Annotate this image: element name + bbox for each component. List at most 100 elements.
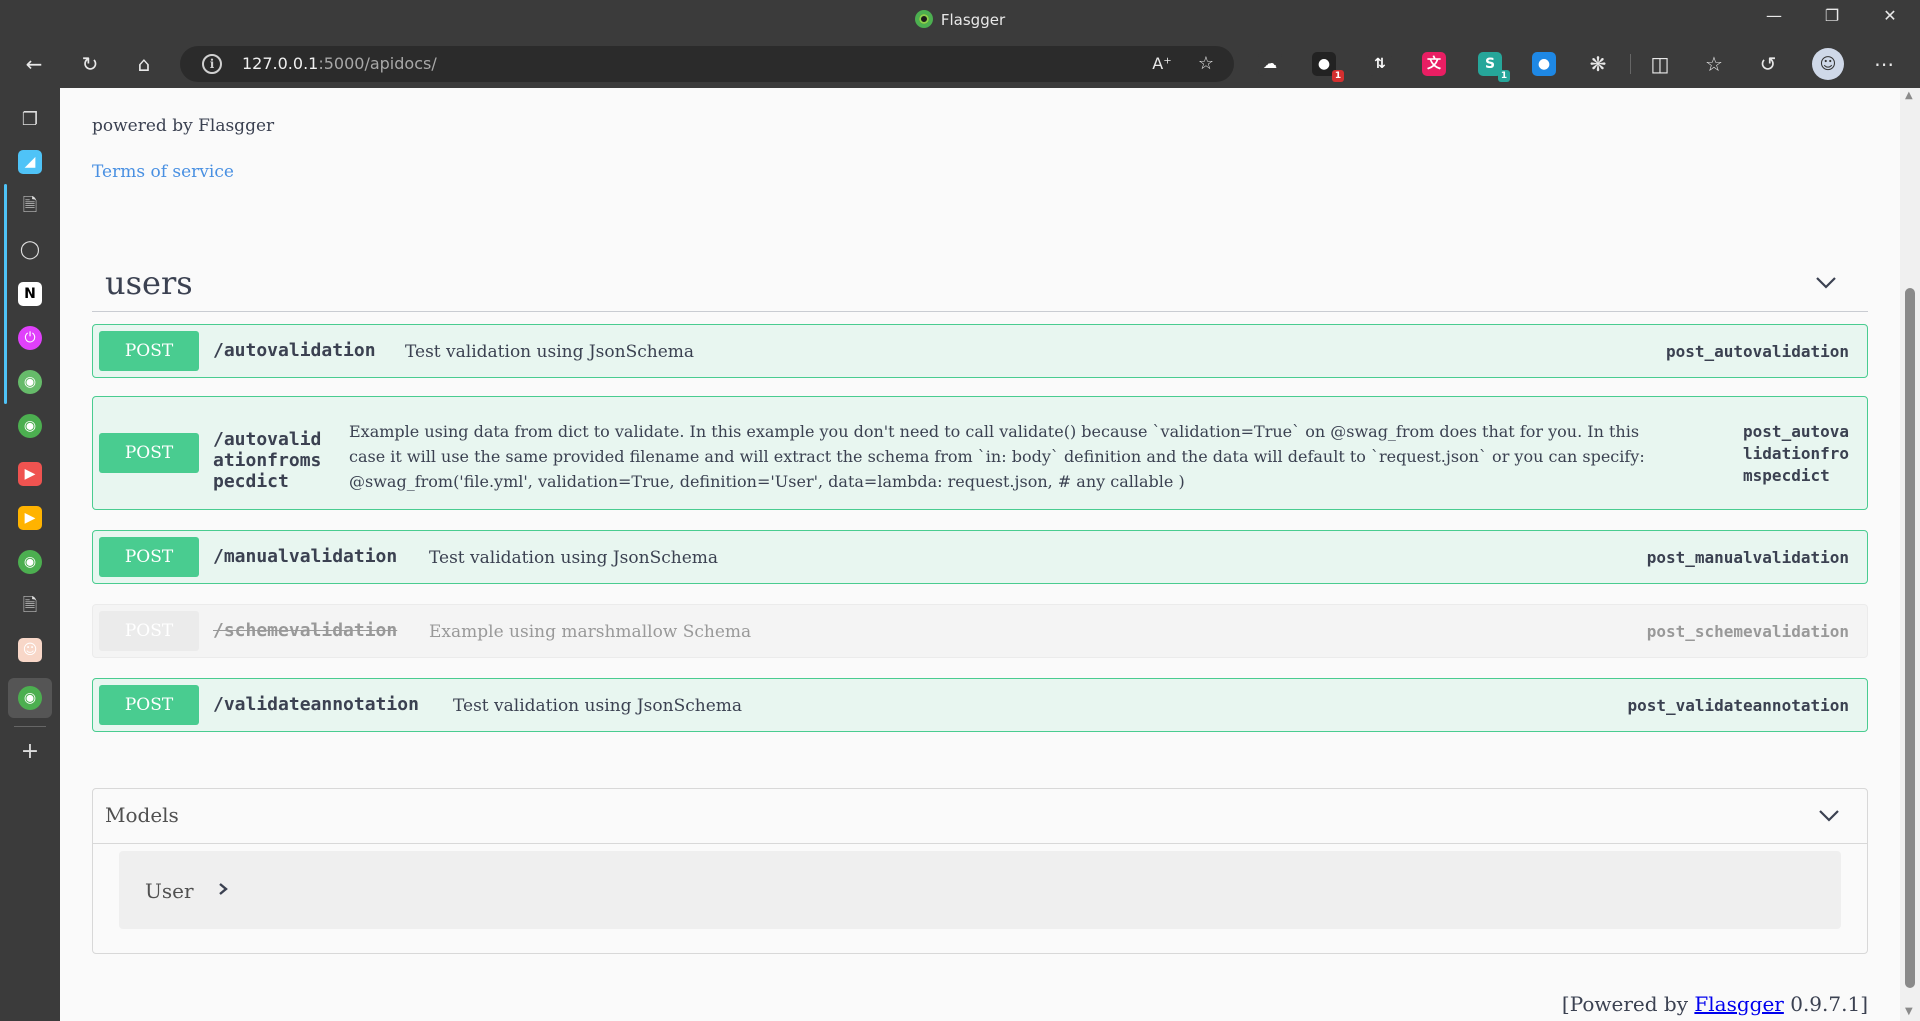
refresh-icon[interactable]: ↻	[74, 48, 106, 80]
flasgger-tab-2-icon[interactable]: ◉	[18, 550, 42, 574]
history-icon[interactable]: ↺	[1752, 48, 1784, 80]
opid-line: mspecdict	[1743, 466, 1830, 485]
split-screen-icon[interactable]: ◫	[1644, 48, 1676, 80]
browser-toolbar: ← ↻ ⌂ i 127.0.0.1:5000/apidocs/ A⁺ ☆ ☁ ● 1…	[0, 40, 1920, 88]
sidebar-tab-blue-icon[interactable]: ◢	[18, 150, 42, 174]
operation-summary: Example using data from dict to validate…	[349, 419, 1731, 494]
sidebar-divider	[14, 726, 46, 727]
operation-path: /autovalidation	[213, 340, 376, 361]
extension-badge: 1	[1498, 70, 1510, 82]
add-favorite-icon[interactable]: ☆	[1190, 48, 1222, 80]
model-user[interactable]: User	[119, 851, 1841, 929]
model-name: User	[145, 879, 194, 903]
browser-sidebar: ❐ ◢ 🗎 ◯ N ⏻ ◉ ◉ ▶ ▶ ◉ 🗎 ☺ ◉ +	[0, 88, 60, 1021]
operation-id: post_validateannotation	[1627, 696, 1849, 715]
operation-schemevalidation-deprecated[interactable]: POST /schemevalidation Example using mar…	[92, 604, 1868, 658]
read-aloud-icon[interactable]: A⁺	[1146, 48, 1178, 80]
power-app-icon[interactable]: ⏻	[18, 326, 42, 350]
sort-extension-icon[interactable]: ⇅	[1368, 52, 1392, 76]
cloud-extension-icon[interactable]: ☁	[1258, 52, 1282, 76]
operation-validateannotation[interactable]: POST /validateannotation Test validation…	[92, 678, 1868, 732]
sidebar-tab-doc-icon[interactable]: 🗎	[18, 194, 42, 218]
url-host: 127.0.0.1	[242, 54, 319, 73]
more-menu-icon[interactable]: ⋯	[1868, 48, 1900, 80]
path-line: /autovalid	[213, 429, 322, 450]
operation-summary: Example using marshmallow Schema	[429, 622, 752, 642]
home-icon[interactable]: ⌂	[128, 48, 160, 80]
site-info-icon[interactable]: i	[202, 54, 222, 74]
flasgger-favicon-icon	[914, 10, 933, 28]
operation-path: /validateannotation	[213, 694, 419, 715]
toolbar-divider	[1630, 54, 1631, 74]
terms-of-service-link[interactable]: Terms of service	[92, 162, 234, 182]
collapse-chevron-icon[interactable]	[1814, 270, 1838, 294]
back-icon[interactable]: ←	[18, 48, 50, 80]
operation-autovalidation[interactable]: POST /autovalidation Test validation usi…	[92, 324, 1868, 378]
expand-chevron-right-icon[interactable]	[215, 881, 231, 897]
opid-line: post_autova	[1743, 422, 1849, 441]
models-collapse-chevron-icon[interactable]	[1817, 803, 1841, 827]
scroll-thumb[interactable]	[1905, 288, 1915, 988]
url-text[interactable]: 127.0.0.1:5000/apidocs/	[242, 54, 437, 73]
page-scrollbar[interactable]: ▲ ▼	[1900, 88, 1920, 1021]
title-bar: Flasgger — ❐ ✕	[0, 0, 1920, 40]
favorites-icon[interactable]: ☆	[1698, 48, 1730, 80]
method-badge: POST	[99, 685, 199, 725]
github-icon[interactable]: ◯	[18, 238, 42, 262]
users-tag-header[interactable]: users	[92, 256, 1868, 312]
tab-actions-icon[interactable]: ❐	[18, 108, 42, 132]
mail-extension-icon[interactable]: ● 1	[1312, 52, 1344, 82]
profile-avatar[interactable]: ☺	[1812, 48, 1844, 80]
footer: [Powered by Flasgger 0.9.7.1]	[1562, 992, 1868, 1016]
flasgger-tab-icon[interactable]: ◉	[18, 414, 42, 438]
url-path: :5000/apidocs/	[318, 54, 437, 73]
play-app-icon[interactable]: ▶	[18, 506, 42, 530]
operation-path: /schemevalidation	[213, 620, 398, 641]
new-tab-plus-icon[interactable]: +	[18, 740, 42, 764]
scroll-down-icon[interactable]: ▼	[1905, 1006, 1913, 1017]
method-badge: POST	[99, 537, 199, 577]
file-tab-icon[interactable]: 🗎	[18, 594, 42, 618]
active-flasgger-tab-icon[interactable]: ◉	[18, 686, 42, 710]
flasgger-link[interactable]: Flasgger	[1694, 992, 1783, 1016]
models-divider	[93, 843, 1867, 844]
swagger-page: powered by Flasgger Terms of service use…	[60, 88, 1900, 1021]
sidebar-group-indicator	[4, 184, 7, 404]
summary-line: @swag_from('file.yml', validation=True, …	[349, 472, 1185, 491]
opid-line: lidationfro	[1743, 444, 1849, 463]
footer-prefix: [Powered by	[1561, 992, 1695, 1016]
operation-summary: Test validation using JsonSchema	[453, 696, 743, 716]
operation-manualvalidation[interactable]: POST /manualvalidation Test validation u…	[92, 530, 1868, 584]
operation-path: /manualvalidation	[213, 546, 398, 567]
footer-version: 0.9.7.1]	[1783, 992, 1868, 1016]
method-badge: POST	[99, 433, 199, 473]
address-bar[interactable]: i 127.0.0.1:5000/apidocs/ A⁺ ☆	[180, 46, 1234, 82]
operation-autovalidationfromspecdict[interactable]: POST /autovalid ationfroms pecdict Examp…	[92, 396, 1868, 510]
restore-icon[interactable]: ❐	[1812, 6, 1852, 25]
s-extension-icon[interactable]: S1	[1478, 52, 1510, 82]
extensions-icon[interactable]: ❋	[1582, 48, 1614, 80]
operation-id: post_autovalidation	[1665, 342, 1849, 361]
tag-name: users	[105, 264, 193, 302]
path-line: pecdict	[213, 471, 289, 492]
extension-badge: 1	[1332, 70, 1344, 82]
operation-summary: Test validation using JsonSchema	[405, 342, 695, 362]
powered-by-text: powered by Flasgger	[92, 116, 275, 136]
minimize-icon[interactable]: —	[1754, 6, 1794, 25]
operation-path: /autovalid ationfroms pecdict	[213, 429, 321, 492]
operation-id: post_manualvalidation	[1646, 548, 1849, 567]
notion-icon[interactable]: N	[18, 282, 42, 306]
video-app-icon[interactable]: ▶	[18, 462, 42, 486]
translate-extension-icon[interactable]: 文	[1422, 52, 1446, 76]
image-tab-icon[interactable]: ☺	[18, 638, 42, 662]
operation-id: post_schemevalidation	[1646, 622, 1849, 641]
close-icon[interactable]: ✕	[1870, 6, 1910, 25]
summary-line: case it will use the same provided filen…	[349, 447, 1645, 466]
window-title: Flasgger	[0, 10, 1920, 29]
models-title[interactable]: Models	[105, 803, 179, 827]
operation-id: post_autova lidationfro mspecdict	[1743, 421, 1849, 487]
blue-dot-extension-icon[interactable]: ●	[1532, 52, 1556, 76]
window-title-text: Flasgger	[940, 11, 1006, 29]
chrome-app-icon[interactable]: ◉	[18, 370, 42, 394]
scroll-up-icon[interactable]: ▲	[1905, 90, 1913, 101]
